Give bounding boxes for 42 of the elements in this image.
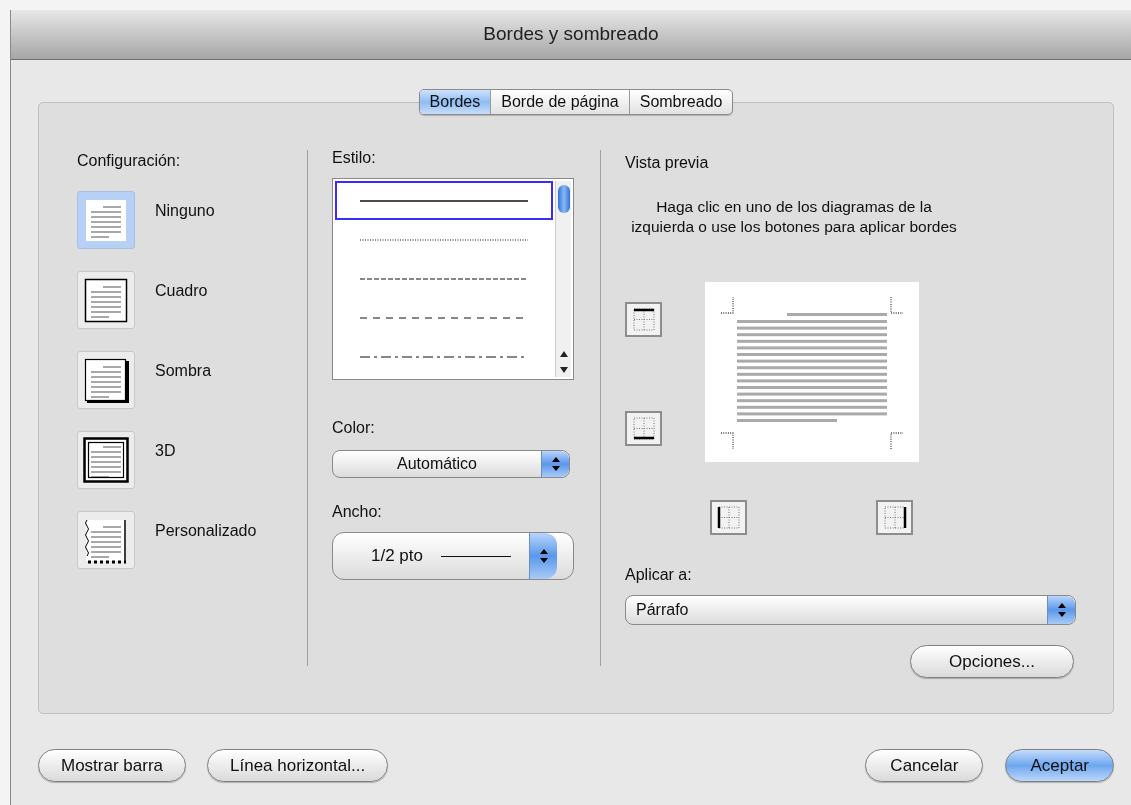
line-sample-icon	[360, 198, 528, 203]
line-sample-icon	[360, 237, 528, 242]
scroll-thumb[interactable]	[557, 185, 570, 213]
line-sample-icon	[441, 554, 511, 558]
border-toggle-button[interactable]	[876, 500, 913, 535]
setting-label: 3D	[155, 441, 176, 461]
setting-label: Ninguno	[155, 201, 215, 221]
tab[interactable]: Bordes	[419, 90, 491, 114]
border-setting-button[interactable]	[77, 431, 135, 489]
border-setting-button[interactable]	[77, 351, 135, 409]
tab[interactable]: Borde de página	[490, 90, 629, 114]
options-button[interactable]: Opciones...	[910, 645, 1074, 678]
dialog-button[interactable]: Mostrar barra	[38, 749, 187, 782]
setting-label: Cuadro	[155, 281, 208, 301]
up-down-arrows-icon	[1056, 602, 1067, 618]
style-label: Estilo:	[332, 148, 377, 168]
scrollbar[interactable]	[555, 181, 571, 377]
apply-to-label: Aplicar a:	[625, 565, 693, 585]
width-dropdown[interactable]: 1/2 pto	[332, 532, 574, 580]
line-style-list[interactable]	[332, 178, 574, 380]
dialog-button[interactable]: Línea horizontal...	[207, 749, 389, 782]
preview-label: Vista previa	[625, 153, 710, 173]
dialog-button[interactable]: Cancelar	[865, 749, 984, 782]
width-label: Ancho:	[332, 502, 383, 522]
line-sample-icon	[360, 276, 528, 281]
setting-label: Sombra	[155, 361, 212, 381]
up-down-arrows-icon	[550, 456, 561, 472]
color-dropdown[interactable]: Automático	[332, 450, 570, 478]
border-toggle-button[interactable]	[710, 500, 747, 535]
dialog-button[interactable]: Aceptar	[1005, 749, 1114, 782]
color-label: Color:	[332, 418, 376, 438]
setting-label: Personalizado	[155, 521, 257, 541]
settings-label: Configuración:	[77, 151, 182, 171]
up-down-arrows-icon	[538, 548, 549, 564]
window-title: Bordes y sombreado	[483, 22, 659, 47]
line-style-option[interactable]	[335, 181, 553, 220]
border-setting-button[interactable]	[77, 511, 135, 569]
border-toggle-button[interactable]	[625, 302, 662, 337]
preview-instructions: Haga clic en uno de los diagramas de la izquierda o use los botones para aplicar bordes	[630, 197, 958, 237]
apply-to-dropdown[interactable]: Párrafo	[625, 595, 1076, 625]
border-toggle-button[interactable]	[625, 411, 662, 446]
border-setting-button[interactable]	[77, 271, 135, 329]
